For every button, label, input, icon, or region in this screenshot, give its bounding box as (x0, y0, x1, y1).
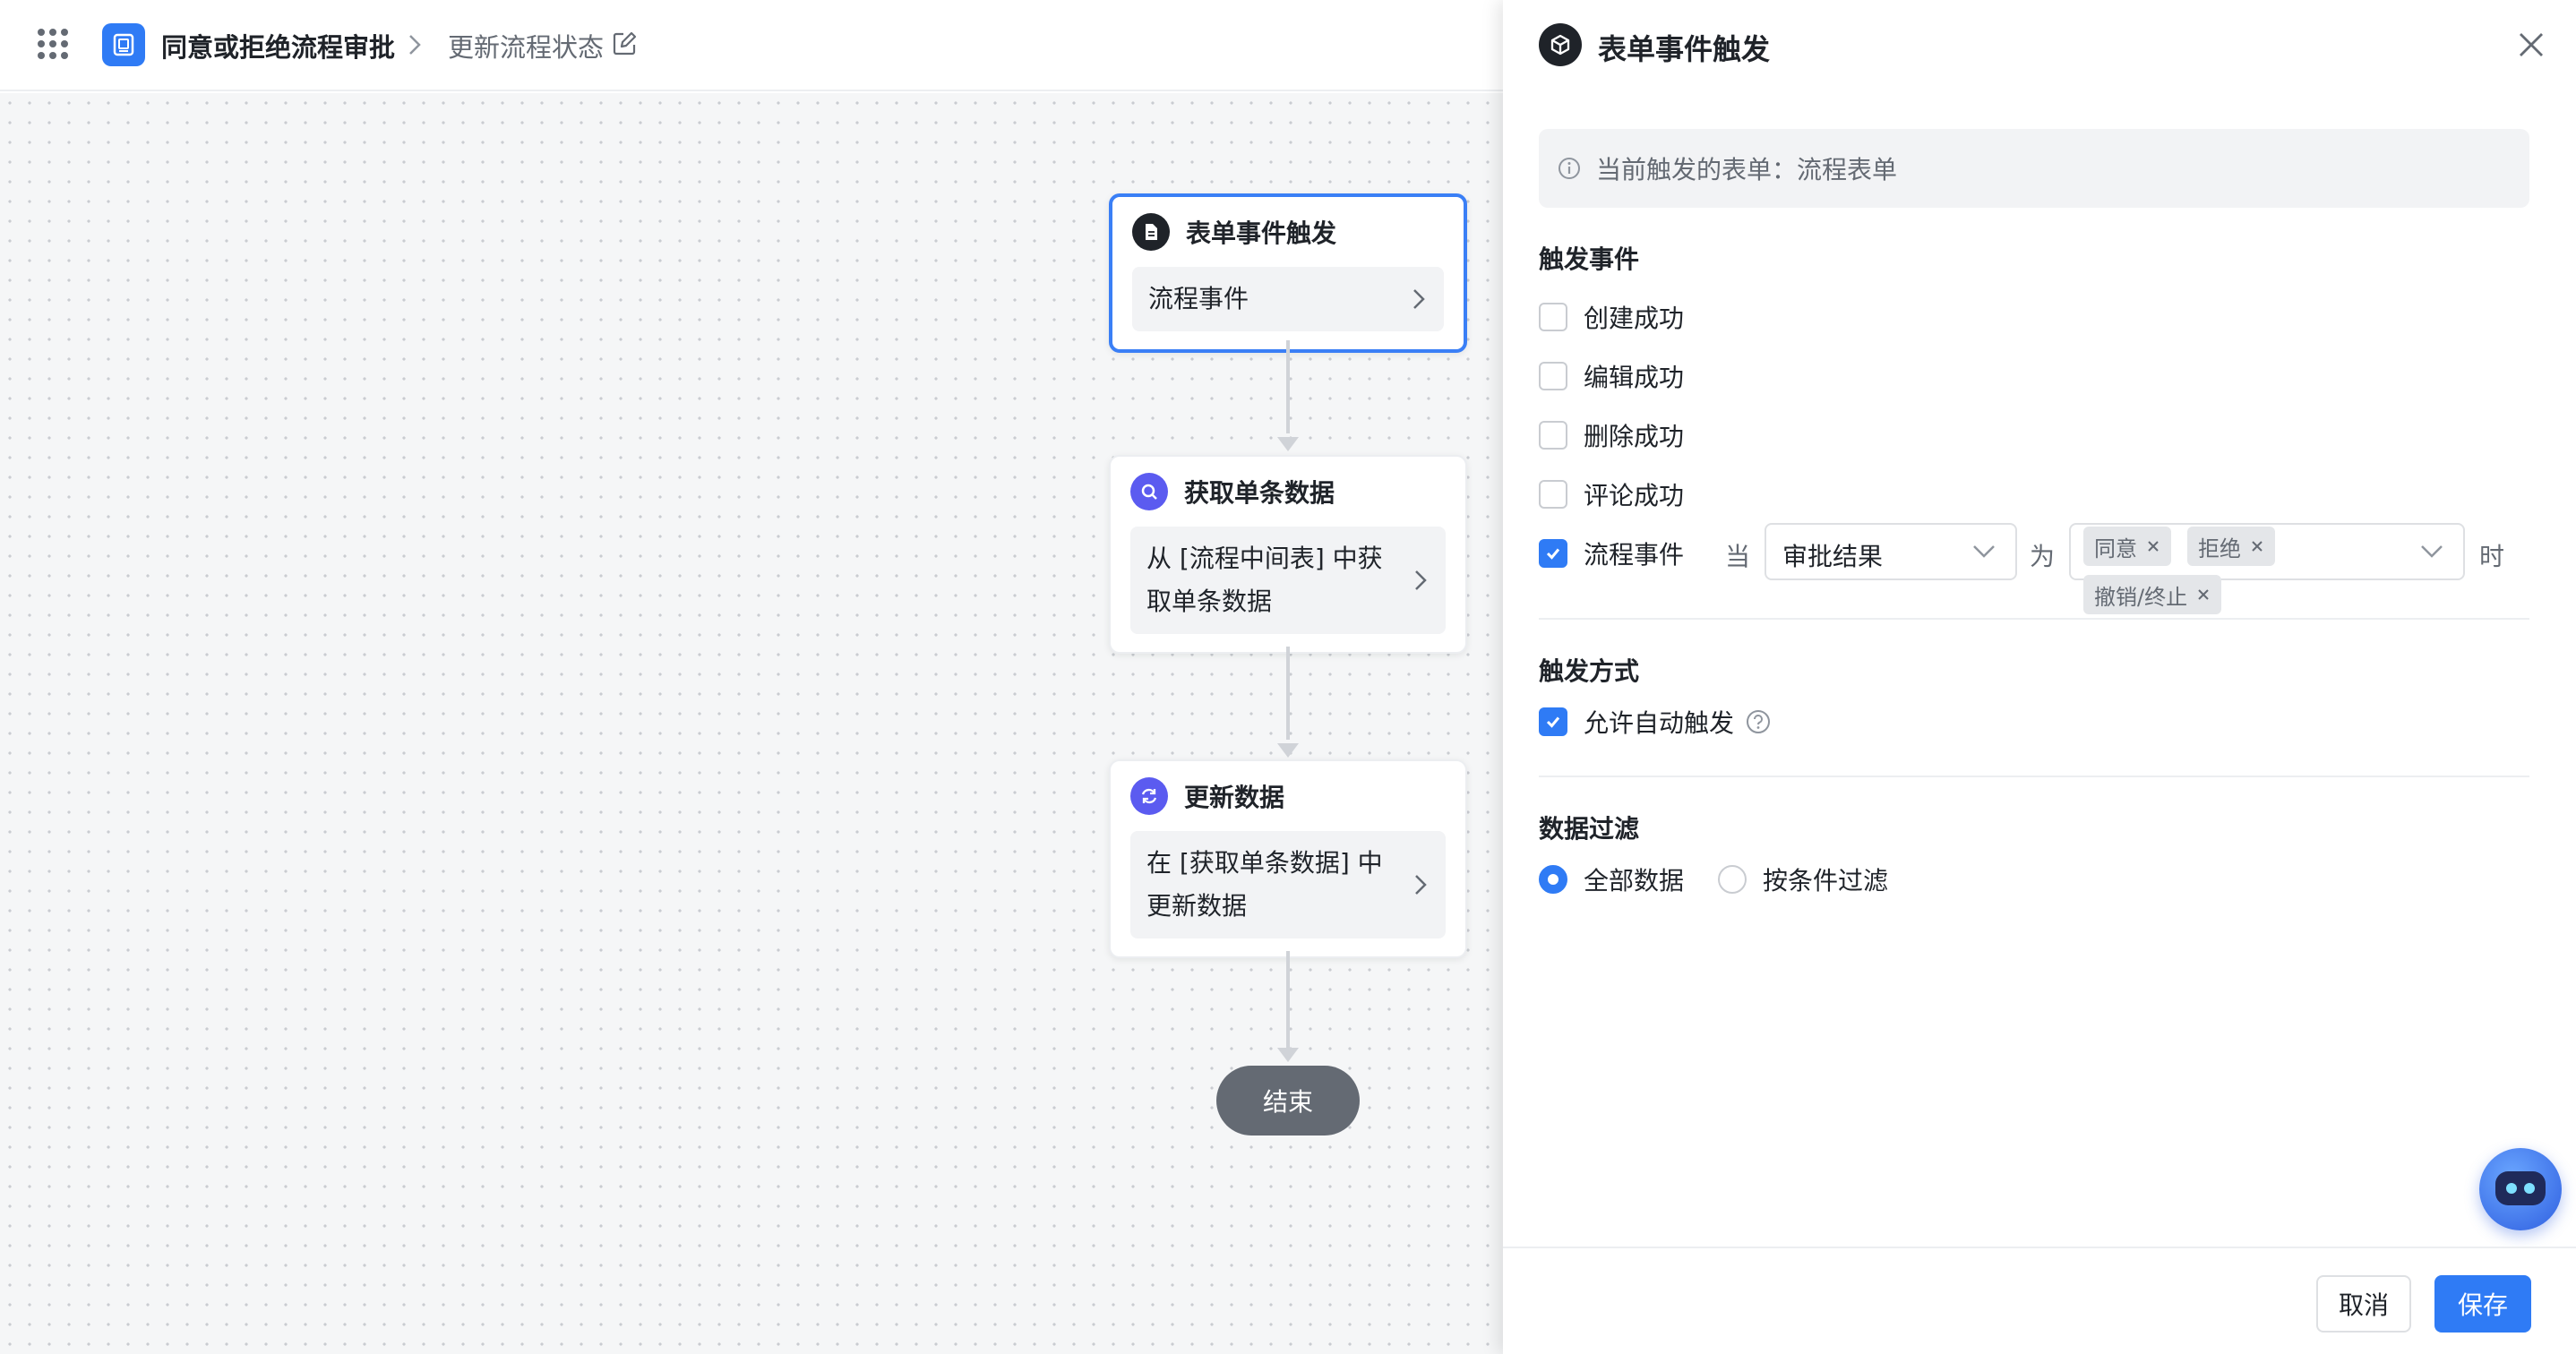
connector-line (1286, 647, 1290, 740)
checkbox-label: 允许自动触发 (1584, 708, 1735, 738)
flow-node-form-trigger[interactable]: 表单事件触发 流程事件 (1109, 193, 1467, 353)
node-detail[interactable]: 从 [流程中间表] 中获 取单条数据 (1130, 527, 1446, 634)
node-title: 表单事件触发 (1186, 219, 1337, 248)
bot-face (2495, 1171, 2546, 1205)
assistant-bot-icon[interactable] (2479, 1148, 2562, 1230)
time-label: 时 (2479, 542, 2505, 571)
event-checkbox-edit[interactable]: 编辑成功 (1539, 358, 1684, 394)
panel-header: 表单事件触发 (1503, 0, 2576, 93)
node-detail-text: 从 [流程中间表] 中获 (1146, 544, 1383, 573)
radio-label: 全部数据 (1584, 866, 1685, 896)
chevron-right-icon (1415, 570, 1427, 590)
node-detail-text: 取单条数据 (1146, 587, 1273, 616)
node-detail-text: 在 [获取单条数据] 中 (1146, 848, 1383, 878)
value-tag: 撤销/终止 (2083, 575, 2222, 614)
refresh-icon (1130, 777, 1168, 815)
tag-label: 撤销/终止 (2094, 584, 2188, 610)
checkbox-label: 编辑成功 (1584, 363, 1685, 392)
radio-checked[interactable] (1539, 865, 1567, 894)
search-icon (1130, 473, 1168, 510)
checkbox[interactable] (1539, 480, 1567, 509)
breadcrumb-flow-name: 更新流程状态 (448, 32, 605, 63)
bot-eye (2524, 1183, 2535, 1194)
select-value: 审批结果 (1782, 542, 1884, 571)
divider (1539, 776, 2529, 777)
top-bar: 同意或拒绝流程审批 更新流程状态 (0, 0, 1503, 91)
divider (1539, 618, 2529, 620)
value-tag: 拒绝 (2187, 527, 2275, 566)
radio[interactable] (1718, 865, 1747, 894)
end-node[interactable]: 结束 (1216, 1066, 1360, 1135)
chevron-right-icon (409, 35, 421, 55)
event-checkbox-delete[interactable]: 删除成功 (1539, 417, 1684, 453)
checkbox-checked[interactable] (1539, 539, 1567, 568)
form-app-icon (102, 23, 145, 66)
check-icon (1546, 548, 1560, 560)
checkbox-label: 创建成功 (1584, 304, 1685, 333)
filter-radio-all[interactable]: 全部数据 (1539, 861, 1684, 897)
breadcrumb-app-title[interactable]: 同意或拒绝流程审批 (161, 27, 395, 64)
cube-icon (1539, 23, 1582, 66)
panel-title: 表单事件触发 (1598, 32, 1771, 66)
node-detail[interactable]: 在 [获取单条数据] 中 更新数据 (1130, 831, 1446, 938)
auto-trigger-checkbox[interactable]: 允许自动触发 (1539, 704, 1772, 740)
info-text: 当前触发的表单：流程表单 (1596, 155, 1898, 184)
is-label: 为 (2030, 542, 2056, 571)
checkbox[interactable] (1539, 362, 1567, 390)
arrow-down-icon (1277, 1048, 1299, 1062)
chevron-down-icon (2421, 545, 2443, 558)
filter-radio-conditional[interactable]: 按条件过滤 (1718, 861, 1888, 897)
check-icon (1546, 716, 1560, 728)
chevron-down-icon (1973, 545, 1995, 558)
checkbox[interactable] (1539, 421, 1567, 450)
node-title: 获取单条数据 (1184, 478, 1335, 508)
panel-footer: 取消 保存 (1503, 1247, 2576, 1354)
remove-tag-icon[interactable] (2196, 587, 2211, 602)
bot-eye (2506, 1183, 2517, 1194)
event-checkbox-process[interactable]: 流程事件 (1539, 536, 1684, 571)
tag-label: 同意 (2094, 536, 2137, 561)
section-title-data-filter: 数据过滤 (1539, 814, 1640, 844)
close-icon[interactable] (2513, 27, 2549, 63)
section-title-trigger-mode: 触发方式 (1539, 656, 1640, 686)
connector-line (1286, 340, 1290, 433)
save-button[interactable]: 保存 (2434, 1275, 2531, 1333)
help-icon[interactable] (1745, 708, 1772, 735)
event-checkbox-comment[interactable]: 评论成功 (1539, 476, 1684, 512)
checkbox-label: 流程事件 (1584, 540, 1685, 570)
radio-label: 按条件过滤 (1763, 866, 1889, 896)
edit-icon[interactable] (611, 30, 638, 57)
remove-tag-icon[interactable] (2250, 539, 2264, 553)
app-grid-icon[interactable] (38, 29, 68, 59)
section-title-trigger-events: 触发事件 (1539, 244, 1640, 274)
node-config-panel: 表单事件触发 当前触发的表单：流程表单 触发事件 创建成功 编辑成功 删除成功 … (1503, 0, 2576, 1354)
chevron-right-icon (1415, 875, 1427, 895)
document-icon (1132, 213, 1170, 251)
condition-field-select[interactable]: 审批结果 (1765, 523, 2017, 580)
tag-label: 拒绝 (2198, 536, 2241, 561)
checkbox[interactable] (1539, 303, 1567, 331)
current-form-info: 当前触发的表单：流程表单 (1539, 129, 2529, 208)
checkbox-checked[interactable] (1539, 707, 1567, 736)
node-detail-text: 流程事件 (1148, 284, 1249, 313)
value-tag: 同意 (2083, 527, 2171, 566)
when-label: 当 (1725, 542, 1751, 571)
event-checkbox-create[interactable]: 创建成功 (1539, 299, 1684, 335)
arrow-down-icon (1277, 743, 1299, 758)
arrow-down-icon (1277, 437, 1299, 451)
flow-node-get-record[interactable]: 获取单条数据 从 [流程中间表] 中获 取单条数据 (1109, 455, 1467, 654)
node-detail[interactable]: 流程事件 (1132, 267, 1444, 331)
checkbox-label: 删除成功 (1584, 422, 1685, 451)
node-title: 更新数据 (1184, 783, 1285, 812)
checkbox-label: 评论成功 (1584, 481, 1685, 510)
remove-tag-icon[interactable] (2146, 539, 2160, 553)
connector-line (1286, 951, 1290, 1053)
cancel-button[interactable]: 取消 (2316, 1275, 2411, 1333)
chevron-right-icon (1413, 289, 1425, 309)
flow-node-update-data[interactable]: 更新数据 在 [获取单条数据] 中 更新数据 (1109, 759, 1467, 958)
node-detail-text: 更新数据 (1146, 891, 1248, 921)
info-icon (1558, 158, 1580, 179)
